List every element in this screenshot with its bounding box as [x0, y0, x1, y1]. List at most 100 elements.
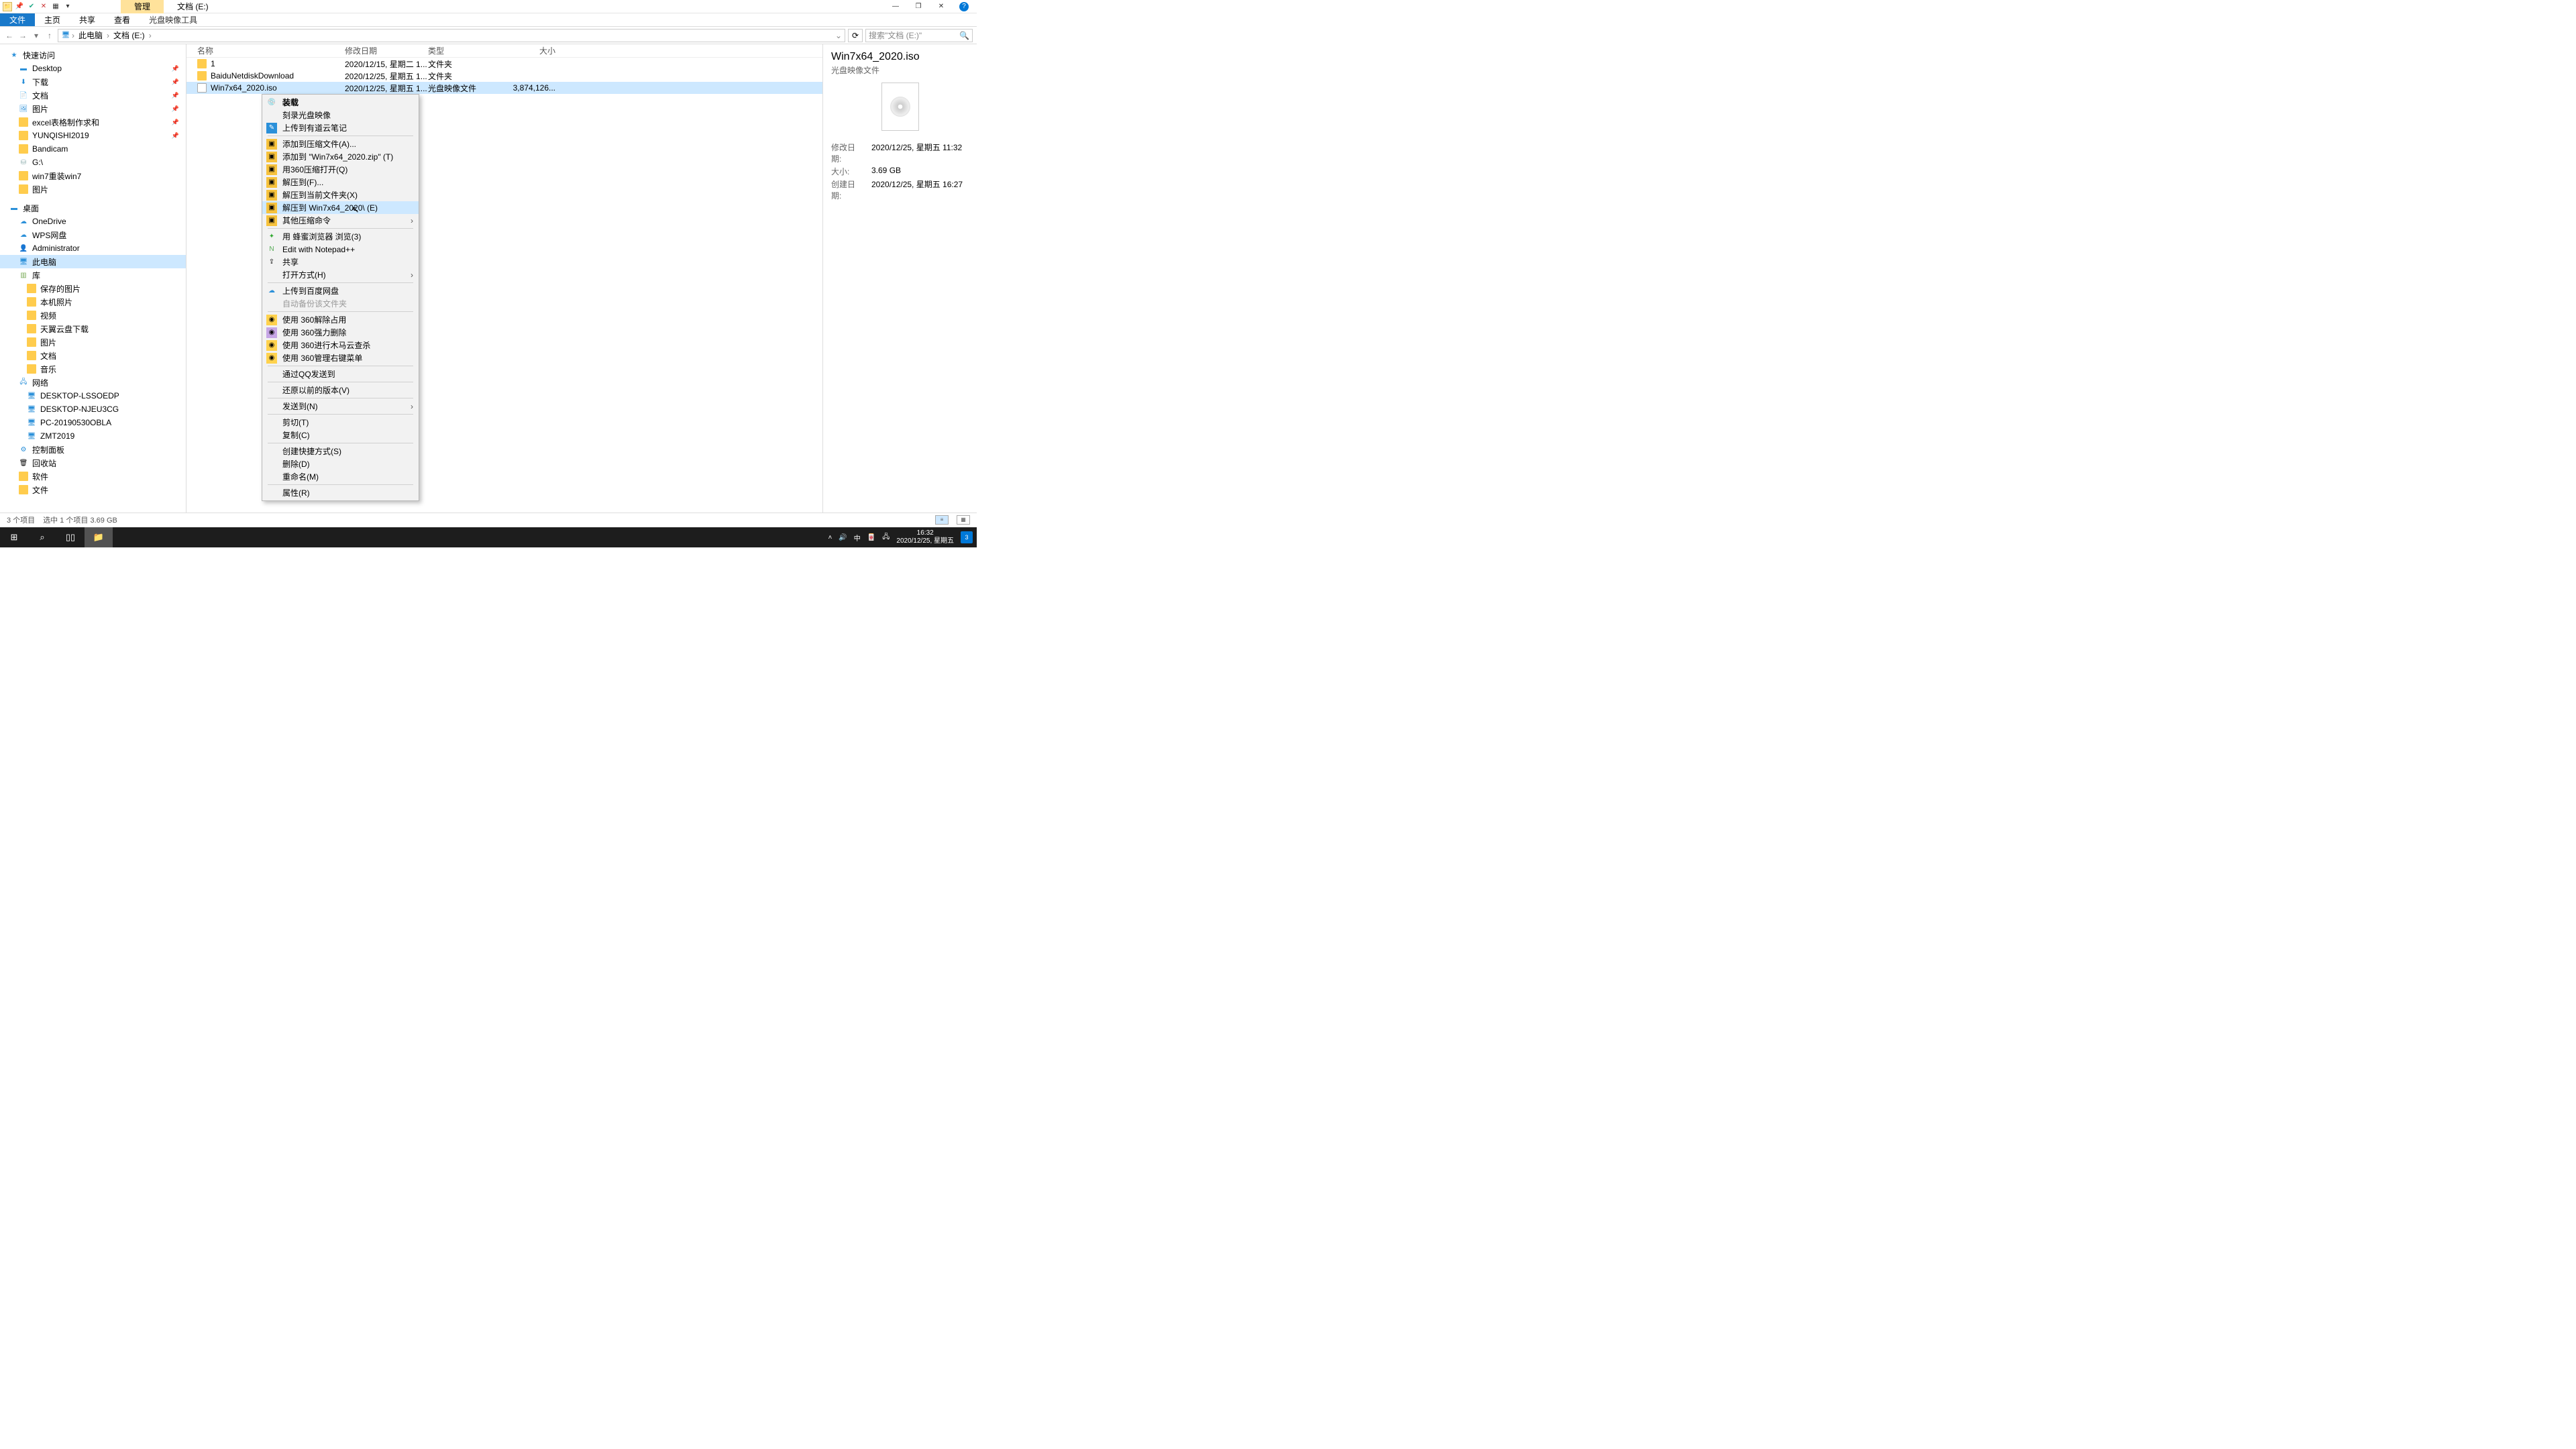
- ctx-delete[interactable]: 删除(D): [262, 458, 419, 470]
- ribbon-home-tab[interactable]: 主页: [35, 13, 70, 26]
- tree-item[interactable]: 本机照片: [0, 295, 186, 309]
- crumb-thispc[interactable]: 此电脑: [76, 30, 105, 41]
- view-details-button[interactable]: ≡: [935, 515, 949, 525]
- tree-item[interactable]: 软件: [0, 470, 186, 483]
- tree-desktop[interactable]: ▬Desktop📌: [0, 62, 186, 75]
- tree-item[interactable]: 保存的图片: [0, 282, 186, 295]
- search-icon[interactable]: 🔍: [959, 31, 969, 40]
- tray-ime-icon[interactable]: 中: [854, 533, 861, 543]
- ctx-create-shortcut[interactable]: 创建快捷方式(S): [262, 445, 419, 458]
- tree-network[interactable]: 🖧网络: [0, 376, 186, 389]
- tree-item[interactable]: 音乐: [0, 362, 186, 376]
- ctx-open-with[interactable]: 打开方式(H)›: [262, 268, 419, 281]
- minimize-button[interactable]: —: [891, 2, 900, 11]
- ctx-restore-previous[interactable]: 还原以前的版本(V): [262, 384, 419, 396]
- tray-chevron-up-icon[interactable]: ˄: [828, 534, 832, 541]
- crumb-current[interactable]: 文档 (E:): [111, 30, 148, 41]
- tree-item[interactable]: Bandicam: [0, 142, 186, 156]
- nav-back-button[interactable]: ←: [4, 30, 15, 41]
- ctx-honey-browser[interactable]: ✦用 蜂蜜浏览器 浏览(3): [262, 230, 419, 243]
- ctx-extract-here[interactable]: ▣解压到当前文件夹(X): [262, 189, 419, 201]
- col-name[interactable]: 名称: [197, 44, 345, 57]
- tree-user[interactable]: 👤Administrator: [0, 241, 186, 255]
- nav-recent-button[interactable]: ▾: [31, 30, 42, 41]
- tree-item[interactable]: ⛁G:\: [0, 156, 186, 169]
- tree-item[interactable]: 视频: [0, 309, 186, 322]
- ribbon-context-tab[interactable]: 管理: [121, 0, 164, 13]
- ctx-add-archive[interactable]: ▣添加到压缩文件(A)...: [262, 138, 419, 150]
- tree-item[interactable]: 🖥PC-20190530OBLA: [0, 416, 186, 429]
- chevron-right-icon[interactable]: ›: [107, 31, 109, 40]
- file-row[interactable]: 1 2020/12/15, 星期二 1... 文件夹: [186, 58, 822, 70]
- ctx-extract-to[interactable]: ▣解压到(F)...: [262, 176, 419, 189]
- close-button[interactable]: ✕: [936, 2, 946, 11]
- tree-item[interactable]: 天翼云盘下载: [0, 322, 186, 335]
- tree-thispc[interactable]: 🖥此电脑: [0, 255, 186, 268]
- tree-control-panel[interactable]: ⚙控制面板: [0, 443, 186, 456]
- start-button[interactable]: ⊞: [0, 527, 28, 547]
- action-center-button[interactable]: 3: [961, 531, 973, 543]
- tree-item[interactable]: win7重装win7: [0, 169, 186, 182]
- chevron-right-icon[interactable]: ›: [149, 31, 152, 40]
- ctx-360-trojan-scan[interactable]: ◉使用 360进行木马云查杀: [262, 339, 419, 352]
- ctx-open-360zip[interactable]: ▣用360压缩打开(Q): [262, 163, 419, 176]
- task-view-button[interactable]: ▯▯: [56, 527, 85, 547]
- tray-network-icon[interactable]: 🖧: [882, 532, 890, 543]
- file-row-selected[interactable]: Win7x64_2020.iso 2020/12/25, 星期五 1... 光盘…: [186, 82, 822, 94]
- ctx-copy[interactable]: 复制(C): [262, 429, 419, 441]
- tray-ime-mode-icon[interactable]: 🀄: [867, 534, 875, 541]
- breadcrumb[interactable]: 🖥 › 此电脑 › 文档 (E:) › ⌄: [58, 29, 845, 42]
- search-input[interactable]: 搜索"文档 (E:)" 🔍: [865, 29, 973, 42]
- ctx-other-zip[interactable]: ▣其他压缩命令›: [262, 214, 419, 227]
- tree-item[interactable]: excel表格制作求和📌: [0, 115, 186, 129]
- qat-dropdown-icon[interactable]: ▾: [63, 2, 72, 11]
- taskbar-clock[interactable]: 16:32 2020/12/25, 星期五: [896, 529, 954, 545]
- ctx-youdao[interactable]: ✎上传到有道云笔记: [262, 121, 419, 134]
- taskbar-search-button[interactable]: ⌕: [28, 527, 56, 547]
- ctx-rename[interactable]: 重命名(M): [262, 470, 419, 483]
- nav-up-button[interactable]: ↑: [44, 30, 55, 41]
- tree-item[interactable]: 文档: [0, 349, 186, 362]
- refresh-button[interactable]: ⟳: [848, 29, 863, 42]
- tray-volume-icon[interactable]: 🔊: [839, 534, 847, 541]
- ctx-cut[interactable]: 剪切(T): [262, 416, 419, 429]
- ribbon-share-tab[interactable]: 共享: [70, 13, 105, 26]
- col-type[interactable]: 类型: [428, 44, 495, 57]
- tree-item[interactable]: 🖥DESKTOP-NJEU3CG: [0, 402, 186, 416]
- tree-downloads[interactable]: ⬇下载📌: [0, 75, 186, 89]
- tree-item[interactable]: 🖥ZMT2019: [0, 429, 186, 443]
- ctx-add-zip[interactable]: ▣添加到 "Win7x64_2020.zip" (T): [262, 150, 419, 163]
- tree-item[interactable]: 文件: [0, 483, 186, 496]
- tree-pictures[interactable]: 🖼图片📌: [0, 102, 186, 115]
- tree-libraries[interactable]: ▥库: [0, 268, 186, 282]
- qat-close-icon[interactable]: ✕: [39, 2, 48, 11]
- ribbon-view-tab[interactable]: 查看: [105, 13, 140, 26]
- breadcrumb-dropdown-icon[interactable]: ⌄: [835, 31, 842, 40]
- tree-item[interactable]: 🖥DESKTOP-LSSOEDP: [0, 389, 186, 402]
- tree-quick-access[interactable]: ★快速访问: [0, 48, 186, 62]
- tree-documents[interactable]: 📄文档📌: [0, 89, 186, 102]
- taskbar-explorer-button[interactable]: 📁: [85, 527, 113, 547]
- ctx-extract-named[interactable]: ▣解压到 Win7x64_2020\ (E): [262, 201, 419, 214]
- qat-check-icon[interactable]: ✔: [27, 2, 36, 11]
- tree-onedrive[interactable]: ☁OneDrive: [0, 215, 186, 228]
- file-row[interactable]: BaiduNetdiskDownload 2020/12/25, 星期五 1..…: [186, 70, 822, 82]
- ctx-properties[interactable]: 属性(R): [262, 486, 419, 499]
- ctx-baidu-upload[interactable]: ☁上传到百度网盘: [262, 284, 419, 297]
- maximize-button[interactable]: ❐: [914, 2, 923, 11]
- ctx-mount[interactable]: 💿装载: [262, 96, 419, 109]
- tree-item[interactable]: 图片: [0, 335, 186, 349]
- ribbon-file-tab[interactable]: 文件: [0, 13, 35, 26]
- qat-newfolder-icon[interactable]: ▦: [51, 2, 60, 11]
- ctx-send-to[interactable]: 发送到(N)›: [262, 400, 419, 413]
- ctx-share[interactable]: ⇪共享: [262, 256, 419, 268]
- col-size[interactable]: 大小: [495, 44, 555, 57]
- ribbon-disc-tools-tab[interactable]: 光盘映像工具: [140, 13, 207, 26]
- ctx-360-unlock[interactable]: ◉使用 360解除占用: [262, 313, 419, 326]
- tree-recycle[interactable]: 🗑回收站: [0, 456, 186, 470]
- ctx-360-manage-menu[interactable]: ◉使用 360管理右键菜单: [262, 352, 419, 364]
- nav-fwd-button[interactable]: →: [17, 30, 28, 41]
- help-icon[interactable]: ?: [959, 2, 969, 11]
- col-date[interactable]: 修改日期: [345, 44, 428, 57]
- tree-item[interactable]: YUNQISHI2019📌: [0, 129, 186, 142]
